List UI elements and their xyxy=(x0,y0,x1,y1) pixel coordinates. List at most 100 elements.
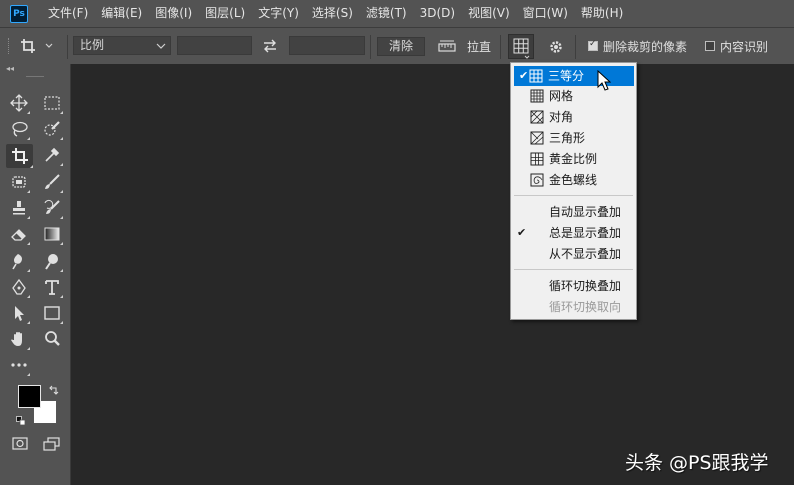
menu-bar: Ps 文件(F) 编辑(E) 图像(I) 图层(L) 文字(Y) 选择(S) 滤… xyxy=(0,0,794,27)
golden-spiral-icon xyxy=(530,173,544,187)
menu-item-cycle-orientation: 循环切换取向 xyxy=(512,297,635,317)
crop-tool-preset-picker[interactable] xyxy=(20,37,60,55)
content-aware-checkbox[interactable] xyxy=(705,41,715,51)
menu-window[interactable]: 窗口(W) xyxy=(517,0,575,27)
chevron-down-icon xyxy=(156,43,166,49)
more-tools-icon[interactable] xyxy=(8,354,30,376)
swap-icon[interactable] xyxy=(262,38,278,54)
menu-item-label: 三角形 xyxy=(549,131,586,145)
healing-brush-tool-icon[interactable] xyxy=(8,171,30,193)
menu-item-never-show-overlay[interactable]: 从不显示叠加 xyxy=(512,244,635,264)
lasso-tool-icon[interactable] xyxy=(8,118,30,140)
collapse-panel-icon[interactable]: ◂◂ xyxy=(6,64,14,73)
menu-item-grid[interactable]: 网格 xyxy=(512,86,635,106)
crop-tool-icon[interactable] xyxy=(6,144,33,168)
menu-item-label: 三等分 xyxy=(548,69,585,83)
foreground-color-swatch[interactable] xyxy=(18,385,41,408)
width-input[interactable] xyxy=(177,36,252,55)
menu-item-always-show-overlay[interactable]: ✔ 总是显示叠加 xyxy=(512,223,635,243)
zoom-tool-icon[interactable] xyxy=(41,328,63,350)
separator xyxy=(500,35,501,59)
panel-grip xyxy=(26,76,44,77)
menu-item-diagonal[interactable]: 对角 xyxy=(512,107,635,127)
menu-view[interactable]: 视图(V) xyxy=(462,0,517,27)
mouse-cursor-icon xyxy=(597,69,612,95)
marquee-tool-icon[interactable] xyxy=(41,92,63,114)
type-tool-icon[interactable] xyxy=(41,276,63,298)
delete-cropped-label[interactable]: 删除裁剪的像素 xyxy=(603,38,687,55)
menu-item-triangle[interactable]: 三角形 xyxy=(512,128,635,148)
menu-item-label: 黄金比例 xyxy=(549,152,598,166)
menu-select[interactable]: 选择(S) xyxy=(306,0,360,27)
eyedropper-tool-icon[interactable] xyxy=(41,144,63,166)
path-selection-tool-icon[interactable] xyxy=(8,302,30,324)
gradient-tool-icon[interactable] xyxy=(41,223,63,245)
pen-tool-icon[interactable] xyxy=(8,276,30,298)
diagonal-icon xyxy=(530,110,544,124)
canvas-area[interactable] xyxy=(71,64,794,485)
menu-type[interactable]: 文字(Y) xyxy=(252,0,306,27)
golden-ratio-icon xyxy=(530,152,544,166)
separator xyxy=(575,35,576,59)
menu-item-auto-show-overlay[interactable]: 自动显示叠加 xyxy=(512,202,635,222)
overlay-options-button[interactable] xyxy=(508,34,534,59)
eraser-tool-icon[interactable] xyxy=(8,223,30,245)
aspect-ratio-value: 比例 xyxy=(80,38,105,52)
screen-mode-icon[interactable] xyxy=(43,436,61,452)
menu-layer[interactable]: 图层(L) xyxy=(199,0,252,27)
menu-file[interactable]: 文件(F) xyxy=(42,0,95,27)
menu-item-rule-of-thirds[interactable]: ✔ 三等分 xyxy=(514,66,634,86)
rule-of-thirds-icon xyxy=(529,69,543,83)
watermark: 头条 @PS跟我学 xyxy=(625,452,769,474)
options-bar-grip xyxy=(8,38,11,54)
menu-separator xyxy=(514,269,633,270)
hand-tool-icon[interactable] xyxy=(8,328,30,350)
brush-tool-icon[interactable] xyxy=(41,171,63,193)
content-aware-label[interactable]: 内容识别 xyxy=(720,38,768,55)
aspect-ratio-select[interactable]: 比例 xyxy=(73,36,171,55)
menu-item-label: 总是显示叠加 xyxy=(549,226,622,240)
triangle-icon xyxy=(530,131,544,145)
options-bar: 比例 清除 拉直 删除裁剪的像素 内容识别 xyxy=(0,27,794,66)
menu-item-golden-ratio[interactable]: 黄金比例 xyxy=(512,149,635,169)
menu-3d[interactable]: 3D(D) xyxy=(414,0,462,27)
blur-tool-icon[interactable] xyxy=(8,250,30,272)
separator xyxy=(370,35,371,59)
menu-item-label: 对角 xyxy=(549,110,574,124)
menu-item-golden-spiral[interactable]: 金色螺线 xyxy=(512,170,635,190)
menu-item-cycle-overlay[interactable]: 循环切换叠加 xyxy=(512,276,635,296)
menu-filter[interactable]: 滤镜(T) xyxy=(360,0,414,27)
menu-edit[interactable]: 编辑(E) xyxy=(95,0,149,27)
overlay-options-menu: ✔ 三等分 网格 对角 三角形 黄金比例 金色螺线 自动显示叠加 ✔ 总是显示叠… xyxy=(510,62,637,320)
photoshop-logo: Ps xyxy=(10,4,28,23)
history-brush-tool-icon[interactable] xyxy=(41,197,63,219)
clear-button[interactable]: 清除 xyxy=(377,37,425,56)
menu-help[interactable]: 帮助(H) xyxy=(575,0,630,27)
straighten-icon[interactable] xyxy=(437,38,457,54)
height-input[interactable] xyxy=(289,36,365,55)
quick-mask-icon[interactable] xyxy=(11,436,29,452)
rectangle-tool-icon[interactable] xyxy=(41,302,63,324)
menu-item-label: 循环切换叠加 xyxy=(549,279,622,293)
straighten-label[interactable]: 拉直 xyxy=(467,38,491,55)
menu-item-label: 网格 xyxy=(549,89,574,103)
grid-overlay-icon xyxy=(513,38,530,59)
menu-image[interactable]: 图像(I) xyxy=(149,0,199,27)
stamp-tool-icon[interactable] xyxy=(8,197,30,219)
menu-item-label: 循环切换取向 xyxy=(549,300,622,314)
grid-icon xyxy=(530,89,544,103)
menu-item-label: 自动显示叠加 xyxy=(549,205,622,219)
delete-cropped-checkbox[interactable] xyxy=(588,39,598,51)
crop-icon xyxy=(21,39,53,53)
separator xyxy=(67,35,68,59)
checkmark-icon: ✔ xyxy=(517,226,527,239)
menu-separator xyxy=(514,195,633,196)
dodge-tool-icon[interactable] xyxy=(41,250,63,272)
swap-colors-icon[interactable] xyxy=(48,384,60,396)
default-colors-icon[interactable] xyxy=(16,415,26,426)
menu-item-label: 金色螺线 xyxy=(549,173,598,187)
move-tool-icon[interactable] xyxy=(8,92,30,114)
gear-icon[interactable] xyxy=(548,39,564,55)
menu-item-label: 从不显示叠加 xyxy=(549,247,622,261)
quick-selection-tool-icon[interactable] xyxy=(41,118,63,140)
